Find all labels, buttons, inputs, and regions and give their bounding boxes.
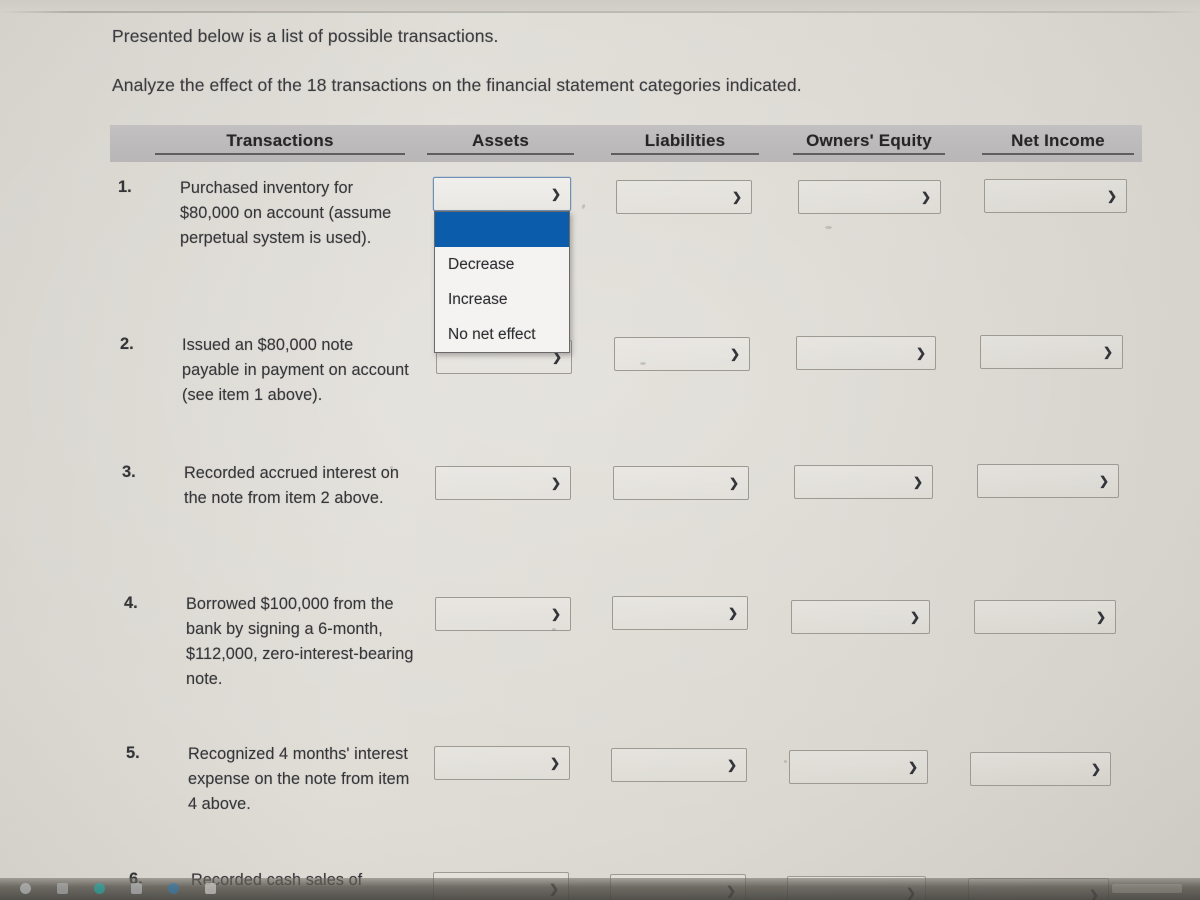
chevron-down-icon: ❯ [907, 760, 918, 774]
select-owners-equity-row-4[interactable]: ❯ [791, 600, 930, 634]
app-icon[interactable] [131, 883, 142, 894]
chevron-down-icon: ❯ [1106, 189, 1117, 203]
column-header-transactions-label: Transactions [226, 131, 334, 150]
select-assets-row-5[interactable]: ❯ [434, 746, 570, 780]
select-liabilities-row-2[interactable]: ❯ [614, 337, 750, 371]
select-assets-row-4[interactable]: ❯ [435, 597, 571, 631]
column-header-owners-equity: Owners' Equity [793, 131, 945, 155]
column-header-assets-rule [427, 153, 574, 155]
chevron-down-icon: ❯ [728, 476, 739, 490]
select-net-income-row-4[interactable]: ❯ [974, 600, 1116, 634]
select-net-income-row-2[interactable]: ❯ [980, 335, 1123, 369]
column-header-net-income-label: Net Income [1011, 131, 1105, 150]
app-icon[interactable] [94, 883, 105, 894]
intro-line-2: Analyze the effect of the 18 transaction… [112, 75, 802, 95]
select-assets-row-1[interactable]: ❯ [433, 177, 571, 211]
table-row: 2. [120, 335, 134, 353]
worksheet-page: Presented below is a list of possible tr… [0, 0, 1200, 900]
photo-speck [640, 362, 646, 365]
select-owners-equity-row-1[interactable]: ❯ [798, 180, 941, 214]
dropdown-option-no-net-effect[interactable]: No net effect [435, 317, 569, 352]
column-header-transactions-rule [155, 153, 405, 155]
chevron-down-icon: ❯ [1102, 345, 1113, 359]
photo-speck [581, 203, 586, 210]
select-liabilities-row-1[interactable]: ❯ [616, 180, 752, 214]
photo-speck [825, 226, 832, 229]
select-net-income-row-5[interactable]: ❯ [970, 752, 1111, 786]
transaction-text-1: Purchased inventory for $80,000 on accou… [180, 179, 392, 247]
chevron-down-icon: ❯ [727, 606, 738, 620]
dropdown-option-decrease[interactable]: Decrease [435, 247, 569, 282]
select-liabilities-row-4[interactable]: ❯ [612, 596, 748, 630]
column-header-net-income-rule [982, 153, 1134, 155]
select-owners-equity-row-2[interactable]: ❯ [796, 336, 936, 370]
column-header-net-income: Net Income [982, 131, 1134, 155]
taskbar-tray[interactable] [1112, 884, 1182, 893]
chevron-down-icon: ❯ [549, 756, 560, 770]
select-liabilities-row-5[interactable]: ❯ [611, 748, 747, 782]
table-row: 1. [118, 178, 132, 196]
intro-line-1: Presented below is a list of possible tr… [112, 26, 499, 46]
photo-speck [390, 466, 393, 469]
photo-speck [784, 760, 787, 763]
transaction-text-2: Issued an $80,000 note payable in paymen… [182, 336, 409, 404]
chevron-down-icon: ❯ [731, 190, 742, 204]
chevron-down-icon: ❯ [915, 346, 926, 360]
select-net-income-row-3[interactable]: ❯ [977, 464, 1119, 498]
column-header-transactions: Transactions [155, 131, 405, 155]
chevron-down-icon: ❯ [909, 610, 920, 624]
dropdown-option-blank[interactable] [435, 212, 569, 247]
column-header-liabilities: Liabilities [611, 131, 759, 155]
chevron-down-icon: ❯ [550, 476, 561, 490]
column-header-liabilities-label: Liabilities [644, 131, 726, 150]
chevron-down-icon: ❯ [1090, 762, 1101, 776]
table-row: 5. [126, 744, 140, 762]
os-taskbar[interactable] [0, 878, 1200, 900]
select-assets-row-3[interactable]: ❯ [435, 466, 571, 500]
app-icon[interactable] [205, 883, 216, 894]
chevron-down-icon: ❯ [550, 187, 561, 201]
column-header-owners-equity-rule [793, 153, 945, 155]
photo-speck [552, 628, 556, 631]
select-owners-equity-row-3[interactable]: ❯ [794, 465, 933, 499]
transaction-text-4: Borrowed $100,000 from the bank by signi… [186, 595, 414, 688]
chevron-down-icon: ❯ [920, 190, 931, 204]
start-icon[interactable] [20, 883, 31, 894]
folder-icon[interactable] [57, 883, 68, 894]
chevron-down-icon: ❯ [1098, 474, 1109, 488]
column-header-liabilities-rule [611, 153, 759, 155]
transaction-text-3: Recorded accrued interest on the note fr… [184, 464, 399, 507]
chevron-down-icon: ❯ [729, 347, 740, 361]
chevron-down-icon: ❯ [550, 607, 561, 621]
column-header-assets: Assets [427, 131, 574, 155]
chevron-down-icon: ❯ [726, 758, 737, 772]
chevron-down-icon: ❯ [912, 475, 923, 489]
select-liabilities-row-3[interactable]: ❯ [613, 466, 749, 500]
select-owners-equity-row-5[interactable]: ❯ [789, 750, 928, 784]
dropdown-options-list[interactable]: Decrease Increase No net effect [434, 211, 570, 353]
chevron-down-icon: ❯ [1095, 610, 1106, 624]
transaction-text-5: Recognized 4 months' interest expense on… [188, 745, 410, 813]
select-net-income-row-1[interactable]: ❯ [984, 179, 1127, 213]
column-header-owners-equity-label: Owners' Equity [806, 131, 932, 150]
browser-icon[interactable] [168, 883, 179, 894]
dropdown-option-increase[interactable]: Increase [435, 282, 569, 317]
table-row: 4. [124, 594, 138, 612]
column-header-assets-label: Assets [472, 131, 529, 150]
table-row: 3. [122, 463, 136, 481]
taskbar-icon-group [20, 883, 216, 894]
